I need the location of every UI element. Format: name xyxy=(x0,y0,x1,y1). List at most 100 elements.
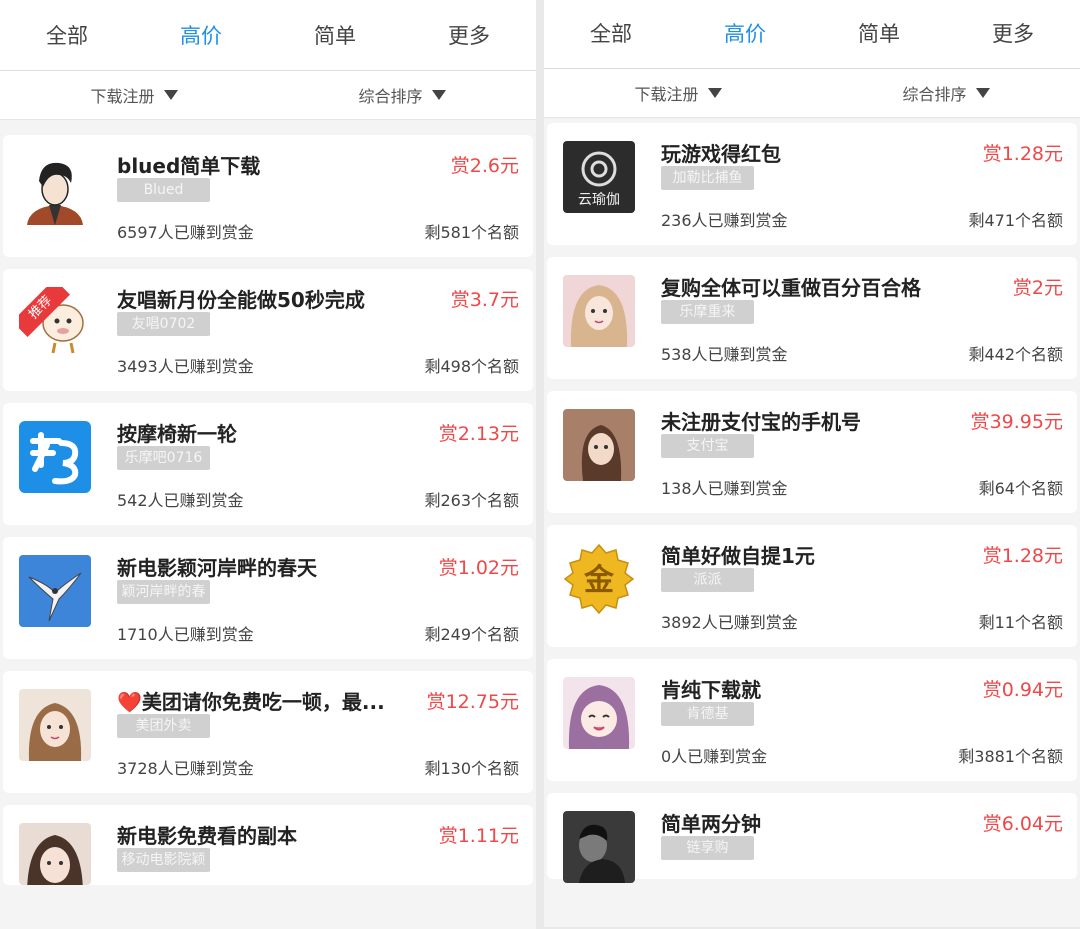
reward-amount: 赏2.13元 xyxy=(438,423,519,445)
caret-down-icon xyxy=(163,90,178,100)
task-title: 友唱新月份全能做50秒完成 xyxy=(117,288,365,312)
category-tabs: 全部 高价 简单 更多 xyxy=(544,0,1080,69)
girl-photo-avatar-icon xyxy=(563,409,635,481)
filter-label: 综合排序 xyxy=(358,87,423,106)
reward-amount: 赏1.11元 xyxy=(438,825,519,847)
filter-download-register[interactable]: 下载注册 xyxy=(544,69,812,117)
caret-down-icon xyxy=(975,88,990,98)
right-screen: 全部 高价 简单 更多 下载注册 综合排序 云瑜伽 玩游戏得红包 赏1.28元 … xyxy=(544,0,1080,927)
task-list: 云瑜伽 玩游戏得红包 赏1.28元 加勒比捕鱼 236人已赚到赏金 剩471个名… xyxy=(544,123,1080,927)
filter-label: 下载注册 xyxy=(90,87,155,106)
logo-text: 金 xyxy=(583,563,615,598)
filter-sort[interactable]: 综合排序 xyxy=(268,71,536,119)
filter-download-register[interactable]: 下载注册 xyxy=(0,71,268,119)
tab-all[interactable]: 全部 xyxy=(0,0,134,70)
task-title: ❤️美团请你免费吃一顿，最... xyxy=(117,690,385,714)
tab-high-price[interactable]: 高价 xyxy=(678,0,812,68)
tab-more[interactable]: 更多 xyxy=(402,0,536,70)
girl-photo-avatar-icon xyxy=(563,275,635,347)
anime-girl-avatar-icon xyxy=(563,677,635,749)
filter-label: 下载注册 xyxy=(634,85,699,104)
app-tag: 支付宝 xyxy=(661,434,754,458)
reward-amount: 赏12.75元 xyxy=(426,691,519,713)
task-card[interactable]: 复购全体可以重做百分百合格 赏2元 乐摩重来 538人已赚到赏金 剩442个名额 xyxy=(547,257,1077,379)
reward-amount: 赏2元 xyxy=(1012,277,1063,299)
task-card[interactable]: 金 简单好做自提1元 赏1.28元 派派 3892人已赚到赏金 剩11个名额 xyxy=(547,525,1077,647)
task-card[interactable]: 简单两分钟 赏6.04元 链享购 xyxy=(547,793,1077,883)
remaining-quota: 剩130个名额 xyxy=(424,759,519,778)
reward-amount: 赏2.6元 xyxy=(450,155,519,177)
app-tag: 美团外卖 xyxy=(117,714,210,738)
task-card[interactable]: 新电影颖河岸畔的春天 赏1.02元 颖河岸畔的春 1710人已赚到赏金 剩249… xyxy=(3,537,533,659)
reward-amount: 赏0.94元 xyxy=(982,679,1063,701)
reward-amount: 赏1.28元 xyxy=(982,143,1063,165)
gold-medal-icon: 金 xyxy=(563,543,635,615)
app-tag: 颖河岸畔的春 xyxy=(117,580,210,604)
task-card[interactable]: 云瑜伽 玩游戏得红包 赏1.28元 加勒比捕鱼 236人已赚到赏金 剩471个名… xyxy=(547,123,1077,245)
task-card[interactable]: 推荐 友唱新月份全能做50秒完成 赏3.7元 友唱0702 3493人已赚到赏金… xyxy=(3,269,533,391)
reward-amount: 赏1.02元 xyxy=(438,557,519,579)
task-title: 玩游戏得红包 xyxy=(661,142,781,166)
filter-sort[interactable]: 综合排序 xyxy=(812,69,1080,117)
task-list: blued简单下载 赏2.6元 Blued 6597人已赚到赏金 剩581个名额… xyxy=(0,135,536,929)
tab-simple[interactable]: 简单 xyxy=(268,0,402,70)
task-title: 按摩椅新一轮 xyxy=(117,422,237,446)
remaining-quota: 剩498个名额 xyxy=(424,357,519,376)
bang-app-logo-icon xyxy=(19,421,91,493)
reward-amount: 赏6.04元 xyxy=(982,813,1063,835)
reward-amount: 赏39.95元 xyxy=(970,411,1063,433)
task-card[interactable]: 肯纯下载就 赏0.94元 肯德基 0人已赚到赏金 剩3881个名额 xyxy=(547,659,1077,781)
task-title: 简单两分钟 xyxy=(661,812,761,836)
earned-count: 1710人已赚到赏金 xyxy=(117,625,254,644)
remaining-quota: 剩11个名额 xyxy=(978,613,1063,632)
caret-down-icon xyxy=(431,90,446,100)
remaining-quota: 剩442个名额 xyxy=(968,345,1063,364)
tab-more[interactable]: 更多 xyxy=(946,0,1080,68)
app-tag: 加勒比捕鱼 xyxy=(661,166,754,190)
app-tag: 移动电影院颖 xyxy=(117,848,210,872)
earned-count: 538人已赚到赏金 xyxy=(661,345,788,364)
task-title: 复购全体可以重做百分百合格 xyxy=(661,276,921,300)
filter-label: 综合排序 xyxy=(902,85,967,104)
reward-amount: 赏1.28元 xyxy=(982,545,1063,567)
filter-bar: 下载注册 综合排序 xyxy=(0,71,536,120)
task-title: 简单好做自提1元 xyxy=(661,544,815,568)
tab-simple[interactable]: 简单 xyxy=(812,0,946,68)
earned-count: 138人已赚到赏金 xyxy=(661,479,788,498)
earned-count: 3493人已赚到赏金 xyxy=(117,357,254,376)
dark-photo-avatar-icon xyxy=(563,811,635,883)
logo-text: 云瑜伽 xyxy=(578,192,620,208)
task-title: 未注册支付宝的手机号 xyxy=(661,410,861,434)
task-card[interactable]: 按摩椅新一轮 赏2.13元 乐摩吧0716 542人已赚到赏金 剩263个名额 xyxy=(3,403,533,525)
earned-count: 3728人已赚到赏金 xyxy=(117,759,254,778)
task-card[interactable]: ❤️美团请你免费吃一顿，最... 赏12.75元 美团外卖 3728人已赚到赏金… xyxy=(3,671,533,793)
task-title: 新电影免费看的副本 xyxy=(117,824,297,848)
remaining-quota: 剩581个名额 xyxy=(424,223,519,242)
filter-bar: 下载注册 综合排序 xyxy=(544,69,1080,118)
left-screen: 全部 高价 简单 更多 下载注册 综合排序 blued简单下载 赏2.6元 Bl… xyxy=(0,0,536,929)
task-card[interactable]: blued简单下载 赏2.6元 Blued 6597人已赚到赏金 剩581个名额 xyxy=(3,135,533,257)
app-tag: 肯德基 xyxy=(661,702,754,726)
app-tag: 派派 xyxy=(661,568,754,592)
earned-count: 6597人已赚到赏金 xyxy=(117,223,254,242)
earned-count: 542人已赚到赏金 xyxy=(117,491,244,510)
earned-count: 236人已赚到赏金 xyxy=(661,211,788,230)
tab-all[interactable]: 全部 xyxy=(544,0,678,68)
earned-count: 3892人已赚到赏金 xyxy=(661,613,798,632)
remaining-quota: 剩263个名额 xyxy=(424,491,519,510)
reward-amount: 赏3.7元 xyxy=(450,289,519,311)
app-tag: 友唱0702 xyxy=(117,312,210,336)
app-tag: Blued xyxy=(117,178,210,202)
caret-down-icon xyxy=(707,88,722,98)
task-card[interactable]: 未注册支付宝的手机号 赏39.95元 支付宝 138人已赚到赏金 剩64个名额 xyxy=(547,391,1077,513)
app-tag: 乐摩吧0716 xyxy=(117,446,210,470)
task-title: 肯纯下载就 xyxy=(661,678,761,702)
category-tabs: 全部 高价 简单 更多 xyxy=(0,0,536,71)
task-title: 新电影颖河岸畔的春天 xyxy=(117,556,317,580)
app-tag: 链享购 xyxy=(661,836,754,860)
girl-photo-avatar-icon xyxy=(19,823,91,885)
tab-high-price[interactable]: 高价 xyxy=(134,0,268,70)
girl-photo-avatar-icon xyxy=(19,689,91,761)
task-card[interactable]: 新电影免费看的副本 赏1.11元 移动电影院颖 xyxy=(3,805,533,885)
task-title: blued简单下载 xyxy=(117,154,261,178)
